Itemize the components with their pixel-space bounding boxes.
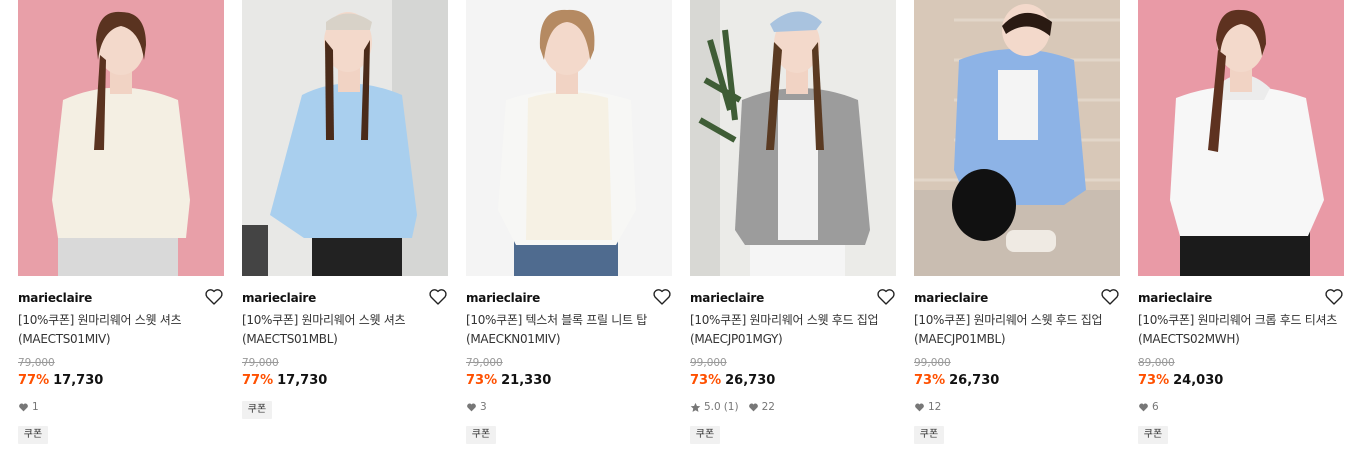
price-row: 77% 17,730 (242, 373, 327, 388)
product-photo[interactable] (1138, 0, 1344, 276)
like-heart-icon (1138, 402, 1149, 413)
product-stats: 6 (1138, 401, 1159, 413)
original-price: 89,000 (1138, 357, 1175, 369)
product-grid: marieclaire [10%쿠폰] 원마리웨어 스웻 셔츠 (MAECTS0… (0, 0, 1350, 467)
coupon-badge[interactable]: 쿠폰 (18, 426, 48, 444)
coupon-badge[interactable]: 쿠폰 (690, 426, 720, 444)
original-price: 79,000 (466, 357, 503, 369)
star-icon (690, 402, 701, 413)
sale-price: 17,730 (277, 373, 328, 388)
like-count: 6 (1152, 401, 1159, 413)
product-stats: 3 (466, 401, 487, 413)
product-card[interactable]: marieclaire [10%쿠폰] 원마리웨어 스웻 셔츠 (MAECTS0… (18, 0, 224, 467)
price-row: 73% 26,730 (690, 373, 775, 388)
brand-name[interactable]: marieclaire (18, 291, 92, 305)
discount-rate: 73% (466, 373, 498, 388)
like-heart-icon (914, 402, 925, 413)
price-row: 77% 17,730 (18, 373, 103, 388)
product-photo[interactable] (690, 0, 896, 276)
product-photo[interactable] (242, 0, 448, 276)
coupon-badge[interactable]: 쿠폰 (914, 426, 944, 444)
coupon-badge[interactable]: 쿠폰 (1138, 426, 1168, 444)
product-stats: 1 (18, 401, 39, 413)
product-photo[interactable] (466, 0, 672, 276)
original-price: 79,000 (18, 357, 55, 369)
discount-rate: 73% (914, 373, 946, 388)
like-heart-icon (748, 402, 759, 413)
product-photo[interactable] (18, 0, 224, 276)
like-count: 1 (32, 401, 39, 413)
coupon-badge[interactable]: 쿠폰 (242, 401, 272, 419)
wishlist-heart-icon[interactable] (428, 287, 448, 307)
product-title[interactable]: [10%쿠폰] 원마리웨어 스웻 셔츠 (MAECTS01MBL) (242, 311, 442, 349)
product-stats: 12 (914, 401, 941, 413)
brand-name[interactable]: marieclaire (466, 291, 540, 305)
price-row: 73% 21,330 (466, 373, 551, 388)
discount-rate: 77% (242, 373, 274, 388)
product-stats: 5.0 (1) 22 (690, 401, 775, 413)
discount-rate: 73% (690, 373, 722, 388)
original-price: 99,000 (914, 357, 951, 369)
like-heart-icon (18, 402, 29, 413)
wishlist-heart-icon[interactable] (652, 287, 672, 307)
product-card[interactable]: marieclaire [10%쿠폰] 원마리웨어 크롭 후드 티셔츠(MAEC… (1138, 0, 1344, 467)
wishlist-heart-icon[interactable] (876, 287, 896, 307)
product-card[interactable]: marieclaire [10%쿠폰] 텍스처 블록 프릴 니트 탑 (MAEC… (466, 0, 672, 467)
product-photo[interactable] (914, 0, 1120, 276)
original-price: 79,000 (242, 357, 279, 369)
sale-price: 17,730 (53, 373, 104, 388)
brand-name[interactable]: marieclaire (690, 291, 764, 305)
coupon-badge[interactable]: 쿠폰 (466, 426, 496, 444)
product-title[interactable]: [10%쿠폰] 원마리웨어 스웻 후드 집업 (MAECJP01MBL) (914, 311, 1114, 349)
product-title[interactable]: [10%쿠폰] 원마리웨어 스웻 셔츠 (MAECTS01MIV) (18, 311, 218, 349)
like-count: 12 (928, 401, 942, 413)
wishlist-heart-icon[interactable] (1100, 287, 1120, 307)
price-row: 73% 24,030 (1138, 373, 1223, 388)
product-card[interactable]: marieclaire [10%쿠폰] 원마리웨어 스웻 후드 집업 (MAEC… (914, 0, 1120, 467)
wishlist-heart-icon[interactable] (1324, 287, 1344, 307)
product-title[interactable]: [10%쿠폰] 원마리웨어 스웻 후드 집업 (MAECJP01MGY) (690, 311, 890, 349)
sale-price: 26,730 (725, 373, 776, 388)
wishlist-heart-icon[interactable] (204, 287, 224, 307)
product-card[interactable]: marieclaire [10%쿠폰] 원마리웨어 스웻 후드 집업 (MAEC… (690, 0, 896, 467)
brand-name[interactable]: marieclaire (1138, 291, 1212, 305)
sale-price: 24,030 (1173, 373, 1224, 388)
discount-rate: 73% (1138, 373, 1170, 388)
rating-score: 5.0 (704, 401, 721, 413)
brand-name[interactable]: marieclaire (242, 291, 316, 305)
discount-rate: 77% (18, 373, 50, 388)
product-title[interactable]: [10%쿠폰] 원마리웨어 크롭 후드 티셔츠(MAECTS02MWH) (1138, 311, 1338, 349)
like-count: 3 (480, 401, 487, 413)
brand-name[interactable]: marieclaire (914, 291, 988, 305)
review-count: (1) (723, 401, 739, 413)
product-title[interactable]: [10%쿠폰] 텍스처 블록 프릴 니트 탑 (MAECKN01MIV) (466, 311, 666, 349)
sale-price: 26,730 (949, 373, 1000, 388)
like-count: 22 (761, 401, 775, 413)
product-card[interactable]: marieclaire [10%쿠폰] 원마리웨어 스웻 셔츠 (MAECTS0… (242, 0, 448, 467)
price-row: 73% 26,730 (914, 373, 999, 388)
like-heart-icon (466, 402, 477, 413)
sale-price: 21,330 (501, 373, 552, 388)
original-price: 99,000 (690, 357, 727, 369)
